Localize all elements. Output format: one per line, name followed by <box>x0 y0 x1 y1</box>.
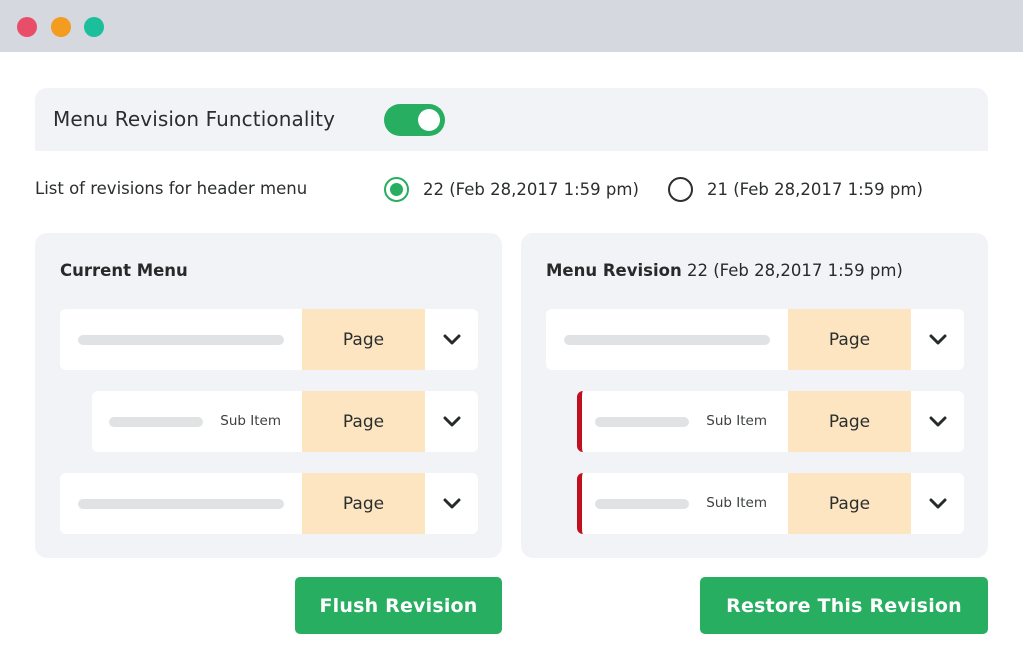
current-menu-card: Current Menu Page Sub Item Page Page <box>35 233 502 558</box>
item-type-label: Page <box>788 473 911 534</box>
item-type-label: Page <box>788 391 911 452</box>
item-type-label: Page <box>302 391 425 452</box>
radio-checked-icon[interactable] <box>384 176 409 202</box>
minimize-window-button[interactable] <box>51 17 71 37</box>
menu-item-row: Page <box>60 309 478 370</box>
restore-revision-button[interactable]: Restore This Revision <box>700 577 988 634</box>
menu-item-body: Sub Item <box>582 473 788 534</box>
item-type-label: Page <box>302 309 425 370</box>
window-titlebar <box>0 0 1023 52</box>
header-panel: Menu Revision Functionality <box>35 88 988 151</box>
item-type-label: Page <box>302 473 425 534</box>
chevron-down-icon <box>443 498 460 508</box>
chevron-down-icon <box>929 334 946 344</box>
menu-item-body: Sub Item <box>92 391 302 452</box>
revision-option-21[interactable]: 21 (Feb 28,2017 1:59 pm) <box>668 176 923 202</box>
item-name-placeholder <box>595 417 689 427</box>
chevron-down-icon <box>443 416 460 426</box>
chevron-down-icon <box>929 416 946 426</box>
item-name-placeholder <box>78 499 284 509</box>
page-title: Menu Revision Functionality <box>53 107 336 131</box>
menu-item-body <box>546 309 788 370</box>
revision-option-label: 22 (Feb 28,2017 1:59 pm) <box>423 179 639 199</box>
chevron-down-icon <box>929 498 946 508</box>
expand-item-button[interactable] <box>911 473 964 534</box>
sub-item-label: Sub Item <box>706 413 767 429</box>
flush-revision-button[interactable]: Flush Revision <box>295 577 502 634</box>
revision-functionality-toggle[interactable] <box>384 104 445 136</box>
item-name-placeholder <box>595 499 689 509</box>
item-type-label: Page <box>788 309 911 370</box>
sub-item-label: Sub Item <box>220 413 281 429</box>
menu-item-body: Sub Item <box>582 391 788 452</box>
toggle-knob <box>418 109 440 131</box>
maximize-window-button[interactable] <box>84 17 104 37</box>
sub-item-label: Sub Item <box>706 495 767 511</box>
menu-subitem-row: Sub Item Page <box>92 391 478 452</box>
menu-item-body <box>60 473 302 534</box>
radio-unchecked-icon[interactable] <box>668 176 693 202</box>
revision-option-label: 21 (Feb 28,2017 1:59 pm) <box>707 179 923 199</box>
menu-revision-title-bold: Menu Revision <box>546 261 682 280</box>
current-menu-title: Current Menu <box>60 261 188 280</box>
item-name-placeholder <box>564 335 770 345</box>
item-name-placeholder <box>78 335 284 345</box>
close-window-button[interactable] <box>17 17 37 37</box>
expand-item-button[interactable] <box>425 473 478 534</box>
expand-item-button[interactable] <box>425 309 478 370</box>
menu-item-row: Page <box>60 473 478 534</box>
menu-item-row: Page <box>546 309 964 370</box>
menu-item-body <box>60 309 302 370</box>
expand-item-button[interactable] <box>911 391 964 452</box>
revision-option-22[interactable]: 22 (Feb 28,2017 1:59 pm) <box>384 176 639 202</box>
changed-subitem-row: Sub Item Page <box>577 473 964 534</box>
revisions-list-label: List of revisions for header menu <box>35 179 308 198</box>
menu-revision-title: Menu Revision 22 (Feb 28,2017 1:59 pm) <box>546 261 903 280</box>
item-name-placeholder <box>109 417 203 427</box>
expand-item-button[interactable] <box>425 391 478 452</box>
chevron-down-icon <box>443 334 460 344</box>
changed-subitem-row: Sub Item Page <box>577 391 964 452</box>
menu-revision-card: Menu Revision 22 (Feb 28,2017 1:59 pm) P… <box>521 233 988 558</box>
expand-item-button[interactable] <box>911 309 964 370</box>
menu-revision-title-detail: 22 (Feb 28,2017 1:59 pm) <box>686 261 903 280</box>
